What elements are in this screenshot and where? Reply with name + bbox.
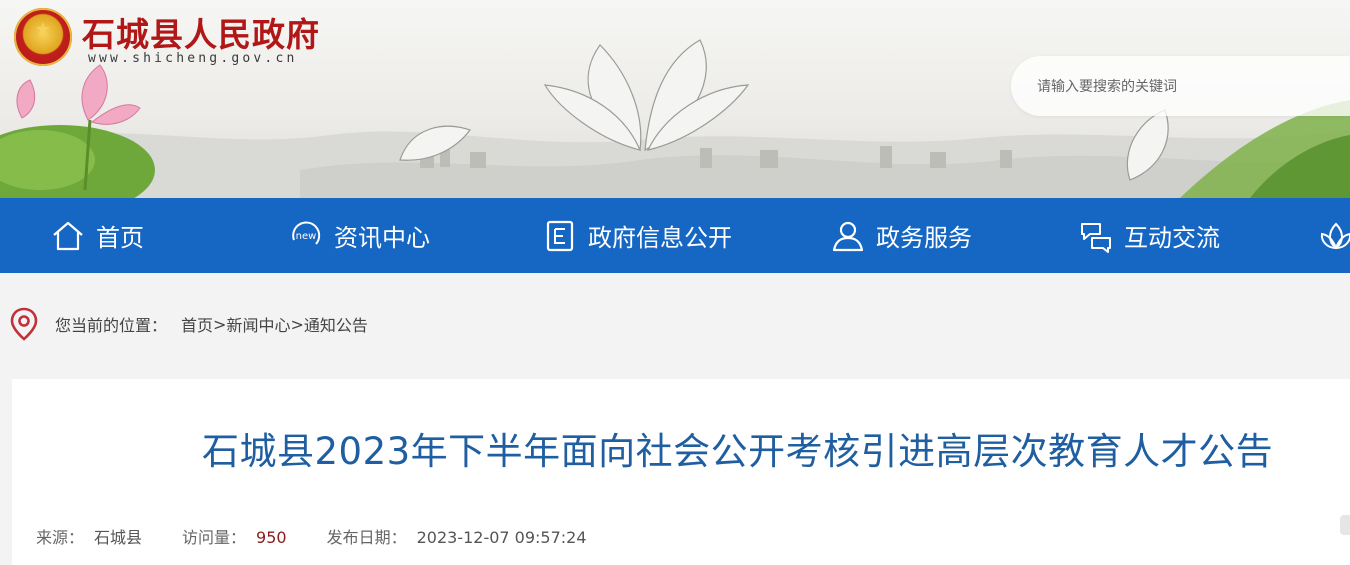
nav-item-label: 互动交流: [1124, 224, 1220, 252]
nav-item-gov-info[interactable]: 政府信息公开: [542, 198, 732, 273]
document-icon: [542, 218, 578, 254]
nav-item-label: 资讯中心: [334, 224, 430, 252]
search-input[interactable]: [1035, 74, 1339, 100]
site-title[interactable]: 石城县人民政府: [82, 8, 320, 56]
nav-item-home[interactable]: 首页: [50, 198, 144, 273]
news-icon: new: [288, 218, 324, 254]
breadcrumb-news-link[interactable]: 新闻中心: [226, 312, 290, 336]
article-source: 来源： 石城县: [36, 524, 142, 548]
article-panel: 石城县2023年下半年面向社会公开考核引进高层次教育人才公告 来源： 石城县 访问…: [12, 379, 1350, 565]
side-tab[interactable]: [1340, 515, 1350, 535]
breadcrumb-label: 您当前的位置：: [55, 316, 168, 335]
svg-text:new: new: [296, 231, 317, 242]
main-nav: 首页 new 资讯中心 政府信息公开 政务服务 互动交流: [0, 198, 1350, 273]
breadcrumb-notice-link[interactable]: 通知公告: [304, 312, 368, 336]
site-url: www.shicheng.gov.cn: [88, 51, 298, 66]
national-emblem-logo: ★: [14, 8, 72, 66]
breadcrumb: 您当前的位置： 首页 > 新闻中心 > 通知公告: [10, 306, 368, 342]
breadcrumb-home-link[interactable]: 首页: [181, 312, 213, 336]
nav-item-interaction[interactable]: 互动交流: [1078, 198, 1220, 273]
nav-item-services[interactable]: 政务服务: [830, 198, 972, 273]
nav-item-more[interactable]: [1318, 198, 1350, 273]
exchange-icon: [1078, 218, 1114, 254]
home-icon: [50, 218, 86, 254]
date-label: 发布日期：: [326, 528, 407, 547]
breadcrumb-separator: >: [213, 314, 227, 334]
article-date: 发布日期： 2023-12-07 09:57:24: [327, 524, 587, 548]
search-box: [1011, 56, 1350, 116]
article-title: 石城县2023年下半年面向社会公开考核引进高层次教育人才公告: [202, 430, 1274, 473]
views-value: 950: [256, 528, 287, 547]
source-label: 来源：: [36, 528, 85, 547]
header-banner: ★ 石城县人民政府 www.shicheng.gov.cn: [0, 0, 1350, 198]
nav-item-label: 首页: [96, 224, 144, 252]
date-value: 2023-12-07 09:57:24: [416, 528, 587, 547]
source-value: 石城县: [94, 528, 143, 547]
nav-item-news[interactable]: new 资讯中心: [288, 198, 430, 273]
lotus-icon: [1318, 218, 1350, 254]
location-pin-icon: [10, 307, 38, 341]
nav-item-label: 政务服务: [876, 224, 972, 252]
nav-item-label: 政府信息公开: [588, 224, 732, 252]
article-views: 访问量： 950: [182, 524, 287, 548]
views-label: 访问量：: [182, 528, 247, 547]
user-icon: [830, 218, 866, 254]
breadcrumb-separator: >: [290, 314, 304, 334]
article-meta: 来源： 石城县 访问量： 950 发布日期： 2023-12-07 09:57:24: [36, 524, 627, 548]
